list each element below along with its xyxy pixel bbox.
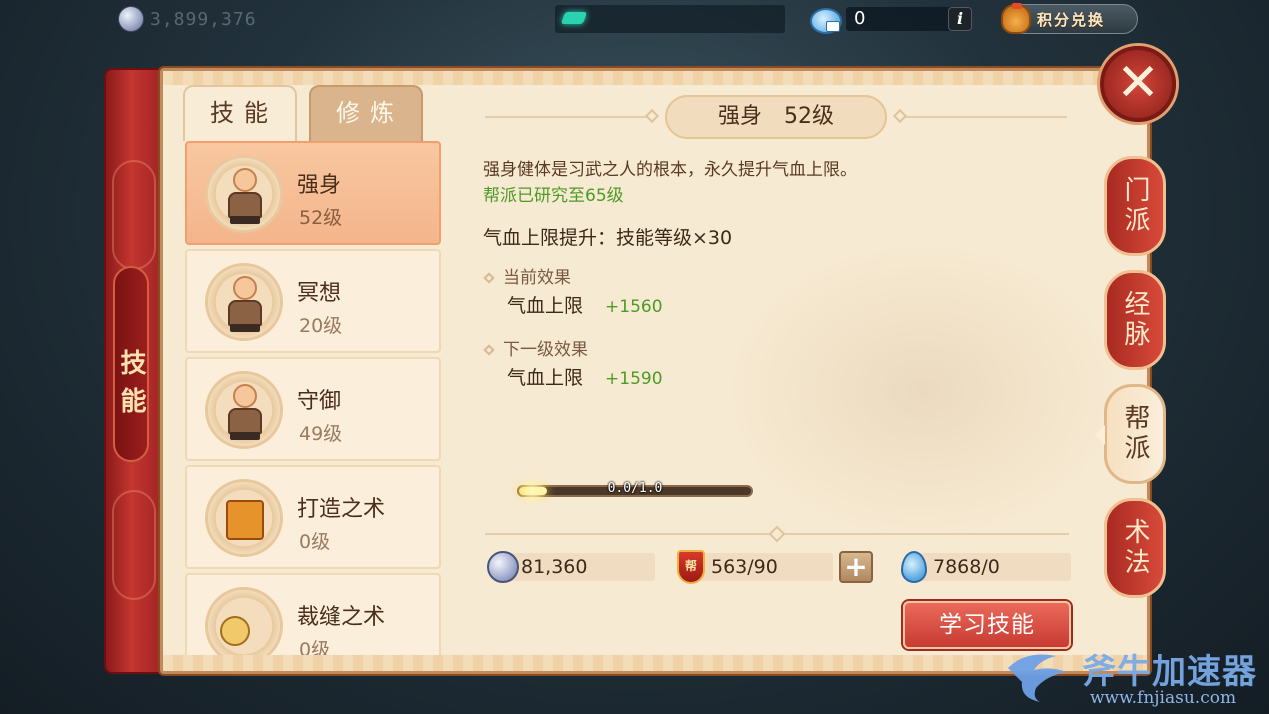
top-bar: 3,899,376 0 i 积分兑换 — [0, 0, 1269, 40]
skill-progress-bar: 0.0/1.0 — [517, 475, 753, 507]
gem-icon — [560, 12, 588, 24]
frame-ornament — [112, 160, 156, 270]
watermark-logo-icon — [1008, 654, 1066, 702]
silver-amount: 3,899,376 — [150, 8, 257, 30]
frame-ornament — [112, 490, 156, 600]
watermark-url: www.fnjiasu.com — [1090, 688, 1237, 708]
divider-diamond — [768, 525, 786, 543]
skill-description: 强身健体是习武之人的根本，永久提升气血上限。 — [483, 160, 857, 180]
skill-panel: 技能 修炼 强身 52级 冥想 20级 守御 49级 打造之术 0级 裁缝之术 … — [160, 68, 1150, 674]
panel-side-title: 技能 — [113, 266, 149, 462]
next-effect-row: 气血上限 +1590 — [507, 363, 663, 390]
info-button[interactable]: i — [948, 7, 972, 31]
side-tab-meridian[interactable]: 经脉 — [1104, 270, 1166, 370]
sewing-scissors-icon — [205, 587, 283, 659]
skill-name: 裁缝之术 — [297, 605, 386, 630]
water-resource: 7868/0 — [905, 553, 1071, 581]
silver-coin-icon — [487, 551, 519, 583]
effect-stat: 气血上限 — [507, 295, 584, 317]
next-effect-header: 下一级效果 — [483, 335, 588, 360]
skill-level: 52级 — [299, 207, 343, 229]
skill-item-caifeng[interactable]: 裁缝之术 0级 — [185, 573, 441, 659]
learn-skill-button[interactable]: 学习技能 — [903, 601, 1071, 649]
event-bar — [555, 5, 785, 33]
money-bag-icon — [1001, 3, 1031, 34]
forge-hammer-icon — [205, 479, 283, 557]
side-tab-spell[interactable]: 术法 — [1104, 498, 1166, 598]
effect-stat: 气血上限 — [507, 367, 584, 389]
monk-meditate-icon — [205, 263, 283, 341]
background-art — [723, 241, 1123, 541]
add-contribution-button[interactable]: + — [839, 551, 873, 583]
watermark-text: 斧牛加速器 — [1082, 652, 1257, 692]
divider-diamond — [892, 108, 908, 124]
skill-level: 0级 — [299, 531, 331, 553]
skill-name: 强身 — [297, 173, 342, 198]
skill-formula: 气血上限提升：技能等级×30 — [483, 227, 733, 249]
title-divider — [897, 116, 1067, 118]
skill-item-mingxiang[interactable]: 冥想 20级 — [185, 249, 441, 353]
skill-item-dazao[interactable]: 打造之术 0级 — [185, 465, 441, 569]
skill-list: 强身 52级 冥想 20级 守御 49级 打造之术 0级 裁缝之术 0级 — [183, 139, 445, 659]
divider-diamond — [644, 108, 660, 124]
silver-coin-icon — [118, 6, 144, 32]
skill-name: 打造之术 — [297, 497, 386, 522]
silver-currency: 3,899,376 — [118, 6, 548, 32]
monk-defend-icon — [205, 371, 283, 449]
points-exchange-button[interactable]: 积分兑换 — [1001, 3, 1138, 34]
diamond-bullet-icon — [483, 272, 495, 284]
effect-value: +1590 — [605, 369, 663, 389]
current-effect-row: 气血上限 +1560 — [507, 291, 663, 318]
side-tab-sect[interactable]: 门派 — [1104, 156, 1166, 256]
cloud-currency-icon — [808, 4, 842, 34]
tab-skill[interactable]: 技能 — [183, 85, 297, 141]
monk-strength-icon — [205, 155, 283, 233]
close-button[interactable]: ✕ — [1100, 46, 1176, 122]
gang-badge-icon: 帮 — [677, 550, 705, 584]
skill-item-qiangshen[interactable]: 强身 52级 — [185, 141, 441, 245]
skill-name: 守御 — [297, 389, 342, 414]
title-divider — [485, 116, 655, 118]
skill-level: 0级 — [299, 639, 331, 659]
effect-value: +1560 — [605, 297, 663, 317]
progress-text: 0.0/1.0 — [607, 481, 663, 496]
watermark: 斧牛加速器 www.fnjiasu.com — [1006, 644, 1268, 714]
skill-name: 冥想 — [297, 281, 342, 306]
diamond-bullet-icon — [483, 344, 495, 356]
skill-title: 强身 52级 — [665, 95, 887, 139]
skill-item-shouyu[interactable]: 守御 49级 — [185, 357, 441, 461]
current-effect-header: 当前效果 — [483, 263, 571, 288]
water-drop-icon — [901, 551, 927, 583]
gang-research-level: 帮派已研究至65级 — [483, 186, 624, 206]
points-exchange-label: 积分兑换 — [1037, 10, 1106, 29]
side-tab-gang[interactable]: 帮派 — [1095, 384, 1166, 484]
tab-training[interactable]: 修炼 — [309, 85, 423, 141]
skill-level: 20级 — [299, 315, 343, 337]
skill-level: 49级 — [299, 423, 343, 445]
